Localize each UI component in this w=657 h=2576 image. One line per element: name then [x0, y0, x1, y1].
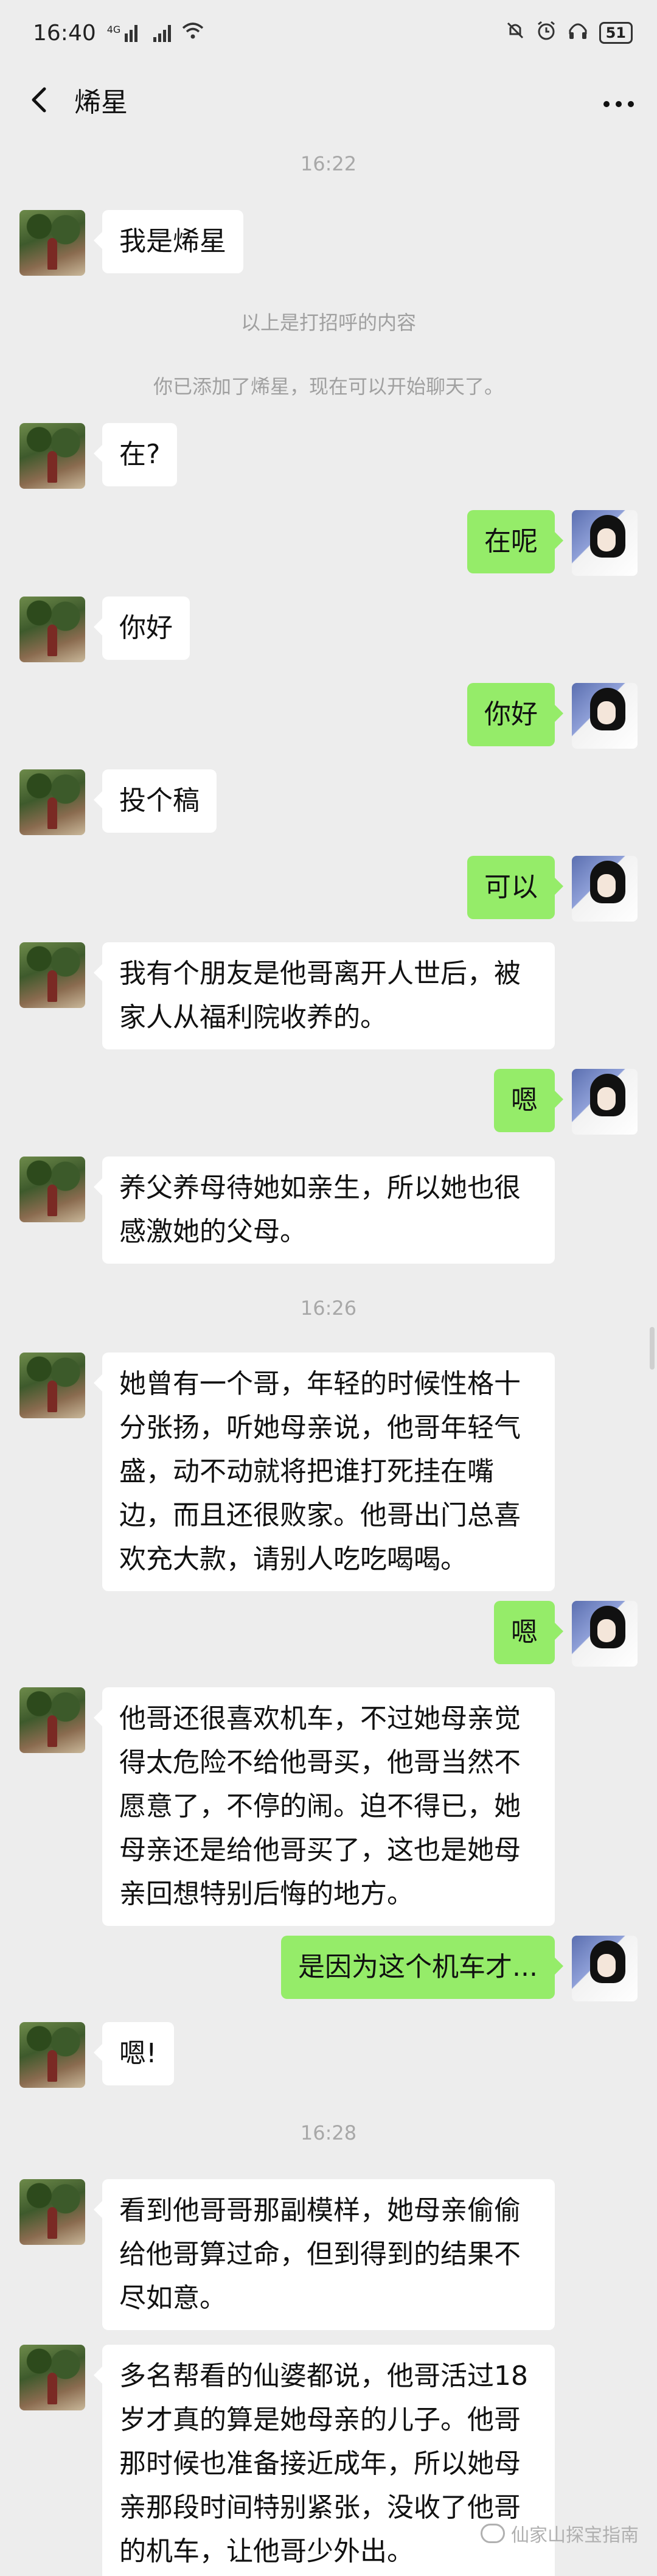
contact-avatar[interactable]: [19, 2179, 85, 2245]
contact-avatar[interactable]: [19, 1157, 85, 1222]
timestamp: 16:28: [300, 2121, 357, 2144]
message-bubble-incoming[interactable]: 你好: [94, 597, 190, 660]
wifi-icon: [182, 21, 204, 46]
alarm-icon: [536, 20, 557, 46]
nav-bar: 烯星: [0, 66, 657, 134]
message-bubble-outgoing[interactable]: 在呢: [467, 510, 563, 573]
message-bubble-outgoing[interactable]: 你好: [467, 683, 563, 746]
contact-avatar[interactable]: [19, 2345, 85, 2410]
my-avatar[interactable]: [572, 1936, 638, 2001]
message-bubble-outgoing[interactable]: 可以: [467, 856, 563, 919]
mute-icon: [506, 21, 525, 46]
message-bubble-incoming[interactable]: 看到他哥哥那副模样，她母亲偷偷给他哥算过命，但到得到的结果不尽如意。: [94, 2179, 555, 2330]
message-bubble-incoming[interactable]: 我有个朋友是他哥离开人世后，被家人从福利院收养的。: [94, 942, 555, 1049]
contact-avatar[interactable]: [19, 1687, 85, 1753]
contact-avatar[interactable]: [19, 769, 85, 835]
contact-avatar[interactable]: [19, 210, 85, 276]
message-bubble-incoming[interactable]: 他哥还很喜欢机车，不过她母亲觉得太危险不给他哥买，他哥当然不愿意了，不停的闹。迫…: [94, 1687, 555, 1926]
contact-avatar[interactable]: [19, 423, 85, 489]
system-notice: 以上是打招呼的内容: [240, 311, 416, 334]
contact-avatar[interactable]: [19, 942, 85, 1008]
contact-avatar[interactable]: [19, 597, 85, 662]
message-bubble-incoming[interactable]: 嗯!: [94, 2022, 174, 2085]
headphones-icon: [568, 21, 588, 46]
timestamp: 16:22: [300, 152, 357, 175]
contact-avatar[interactable]: [19, 2022, 85, 2088]
my-avatar[interactable]: [572, 510, 638, 576]
battery-indicator: 51: [599, 22, 633, 44]
my-avatar[interactable]: [572, 856, 638, 922]
my-avatar[interactable]: [572, 1069, 638, 1135]
signal-icon-2: [153, 24, 172, 42]
watermark-text: 仙家山探宝指南: [511, 2525, 639, 2546]
chat-title: 烯星: [74, 87, 128, 118]
signal-label: 4G: [106, 24, 121, 35]
message-bubble-incoming[interactable]: 在?: [93, 423, 178, 486]
status-bar: 16:40 4G 51: [0, 0, 657, 66]
message-bubble-outgoing[interactable]: 是因为这个机车才...: [281, 1936, 563, 1999]
watermark: 仙家山探宝指南: [481, 2520, 639, 2547]
status-time: 16:40: [33, 20, 96, 46]
my-avatar[interactable]: [572, 1601, 638, 1667]
signal-icon: 4G: [107, 24, 143, 42]
back-arrow-icon[interactable]: [22, 83, 56, 117]
message-bubble-outgoing[interactable]: 嗯: [494, 1069, 563, 1132]
message-bubble-incoming[interactable]: 投个稿: [94, 769, 217, 833]
my-avatar[interactable]: [572, 683, 638, 749]
system-notice: 你已添加了烯星，现在可以开始聊天了。: [153, 375, 504, 398]
message-bubble-outgoing[interactable]: 嗯: [494, 1601, 563, 1664]
wechat-logo-icon: [481, 2524, 505, 2543]
more-options-icon[interactable]: [597, 85, 640, 116]
message-bubble-incoming[interactable]: 她曾有一个哥，年轻的时候性格十分张扬，听她母亲说，他哥年轻气盛，动不动就将把谁打…: [94, 1353, 555, 1591]
message-bubble-incoming[interactable]: 我是烯星: [94, 210, 243, 273]
scrollbar-thumb[interactable]: [650, 1327, 655, 1370]
contact-avatar[interactable]: [19, 1353, 85, 1418]
timestamp: 16:26: [300, 1297, 357, 1320]
message-bubble-incoming[interactable]: 养父养母待她如亲生，所以她也很感激她的父母。: [94, 1157, 555, 1264]
